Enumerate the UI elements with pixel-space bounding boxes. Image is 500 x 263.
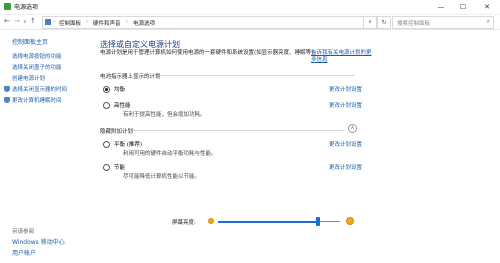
plan-name[interactable]: 高性能 <box>114 101 131 109</box>
minimize-button[interactable]: — <box>430 0 452 14</box>
sidebar-item-sleep-time[interactable]: 更改计算机睡眠时间 <box>4 96 62 104</box>
breadcrumb-hardware-sound[interactable]: 硬件和声音 <box>93 19 121 27</box>
sidebar-item-label: 更改计算机睡眠时间 <box>12 98 62 104</box>
radio-balanced-recommended[interactable] <box>103 141 110 148</box>
breadcrumb-power-options[interactable]: 电源选项 <box>133 19 155 27</box>
search-placeholder: 搜索控制面板 <box>397 21 431 27</box>
refresh-icon[interactable]: ↻ <box>377 16 391 29</box>
sidebar-item-create-plan[interactable]: 创建电源计划 <box>12 74 45 82</box>
address-bar: ← → ∨ ↑ › 控制面板 › 硬件和声音 › 电源选项 ∨ ↻ 搜索控制面板… <box>0 15 500 30</box>
sun-dim-icon <box>208 218 214 224</box>
address-dropdown-icon[interactable]: ∨ <box>363 16 377 29</box>
recent-locations-chevron-icon[interactable]: ∨ <box>23 19 27 25</box>
search-input[interactable]: 搜索控制面板 ⌕ <box>392 16 494 29</box>
see-also-heading: 另请参阅 <box>12 229 35 235</box>
sidebar-item-lid-close[interactable]: 选择关闭盖子的功能 <box>12 63 62 71</box>
shield-icon <box>4 97 10 103</box>
radio-high-performance[interactable] <box>103 102 110 109</box>
window-title: 电源选项 <box>14 4 39 11</box>
breadcrumb-separator-icon: › <box>126 19 128 25</box>
sidebar-item-display-off[interactable]: 选择关闭显示器的时间 <box>4 85 67 93</box>
sidebar-item-power-button[interactable]: 选择电源按钮的功能 <box>12 52 62 60</box>
brightness-slider-thumb[interactable] <box>316 217 320 226</box>
sidebar-link-mobility-center[interactable]: Windows 移动中心 <box>12 237 65 246</box>
plan-name[interactable]: 平衡 (推荐) <box>114 140 142 148</box>
page-title: 选择或自定义电源计划 <box>100 40 180 49</box>
search-icon[interactable]: ⌕ <box>487 18 490 26</box>
close-button[interactable]: ✕ <box>476 0 498 14</box>
change-plan-settings-link[interactable]: 更改计划设置 <box>329 140 362 148</box>
collapse-chevron-icon[interactable]: ∧ <box>348 124 357 133</box>
brightness-slider-fill <box>218 221 318 223</box>
maximize-button[interactable]: ☐ <box>452 0 474 14</box>
section-hidden-plans: 隐藏附加计划 <box>100 129 134 135</box>
radio-power-saver[interactable] <box>103 164 110 171</box>
plan-description: 尽可能降低计算机性能以节能。 <box>123 174 201 180</box>
power-options-icon <box>4 3 11 10</box>
back-arrow-icon[interactable]: ← <box>4 17 10 25</box>
breadcrumb-separator-icon: › <box>86 19 88 25</box>
sidebar-item-label: 选择关闭显示器的时间 <box>12 87 68 93</box>
brightness-label: 屏幕亮度: <box>172 220 196 226</box>
change-plan-settings-link[interactable]: 更改计划设置 <box>329 163 362 171</box>
control-panel-icon <box>45 19 51 25</box>
change-plan-settings-link[interactable]: 更改计划设置 <box>329 101 362 109</box>
sidebar-link-user-accounts[interactable]: 用户帐户 <box>12 248 36 257</box>
breadcrumb-separator-icon: › <box>53 19 55 25</box>
plan-description: 有利于提高性能，但会增加功耗。 <box>123 112 206 118</box>
breadcrumb[interactable]: › 控制面板 › 硬件和声音 › 电源选项 <box>42 16 364 29</box>
brightness-control: 屏幕亮度: <box>172 217 372 227</box>
breadcrumb-control-panel[interactable]: 控制面板 <box>59 19 81 27</box>
change-plan-settings-link[interactable]: 更改计划设置 <box>329 85 362 93</box>
forward-arrow-icon[interactable]: → <box>14 17 20 25</box>
plan-name[interactable]: 均衡 <box>114 85 125 93</box>
learn-more-link[interactable]: 告诉我有关电源计划的更多信息 <box>311 50 376 64</box>
section-divider <box>160 75 355 76</box>
radio-balanced[interactable] <box>103 86 110 93</box>
sidebar: 控制面板主页 选择电源按钮的功能 选择关闭盖子的功能 创建电源计划 选择关闭显示… <box>0 30 88 263</box>
up-arrow-icon[interactable]: ↑ <box>30 17 36 25</box>
shield-icon <box>4 86 10 92</box>
plan-description: 利用可用的硬件自动平衡功耗与性能。 <box>123 151 217 157</box>
title-bar: 电源选项 — ☐ ✕ <box>0 0 500 15</box>
section-shown-plans: 电池指示器上显示的计划 <box>100 74 161 80</box>
sidebar-home-link[interactable]: 控制面板主页 <box>12 37 48 46</box>
plan-name[interactable]: 节能 <box>114 163 125 171</box>
main-content: 选择或自定义电源计划 电源计划是用于管理计算机如何使用电源的一套硬件和系统设置(… <box>88 30 500 263</box>
section-divider <box>133 130 345 131</box>
sun-bright-icon <box>346 217 354 225</box>
